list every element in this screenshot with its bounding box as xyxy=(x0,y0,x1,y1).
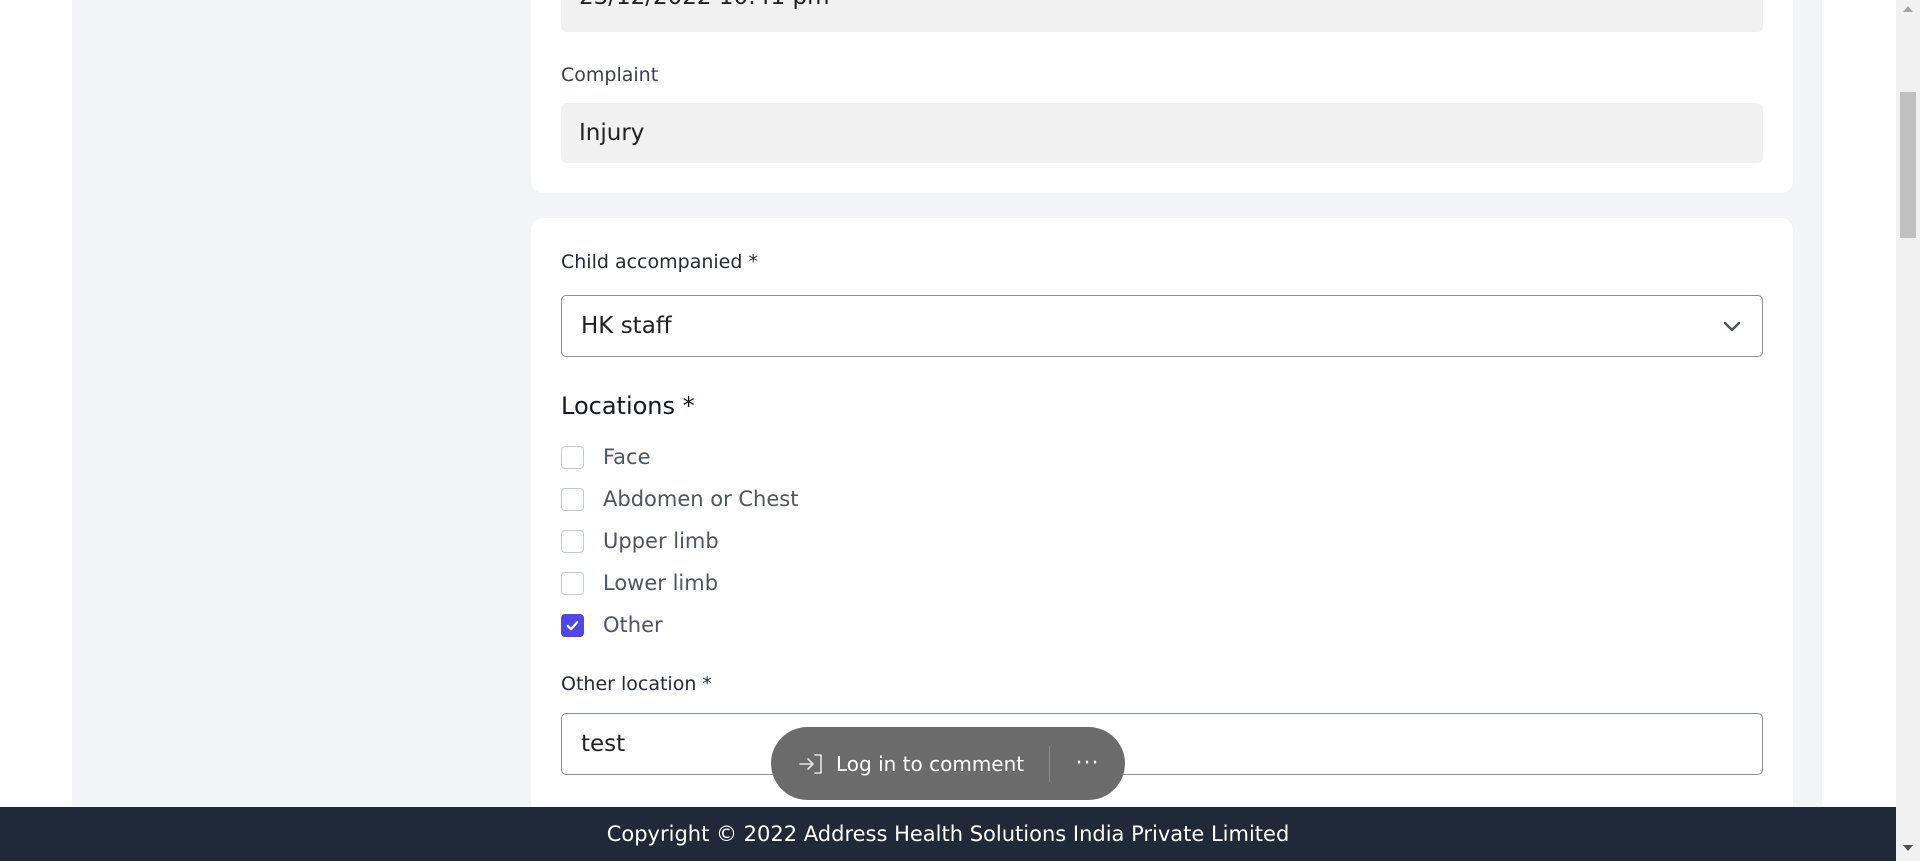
scrollbar-thumb[interactable] xyxy=(1900,92,1916,238)
visit-details-card: 23/12/2022 10:41 pm Complaint Injury xyxy=(531,0,1793,193)
location-option-label: Face xyxy=(603,445,651,469)
login-to-comment-label: Log in to comment xyxy=(836,751,1025,776)
checkbox[interactable] xyxy=(561,445,584,469)
location-option-label: Other xyxy=(603,613,663,637)
child-accompanied-select[interactable]: HK staff xyxy=(561,295,1763,357)
more-options-button[interactable]: ··· xyxy=(1050,751,1125,776)
vertical-scrollbar[interactable] xyxy=(1896,0,1920,861)
child-accompanied-label: Child accompanied * xyxy=(561,251,758,273)
location-option-other[interactable]: Other xyxy=(561,610,663,640)
locations-title: Locations * xyxy=(561,392,695,420)
chevron-down-icon xyxy=(1723,321,1741,332)
login-to-comment-button[interactable]: Log in to comment xyxy=(771,727,1049,800)
location-option-face[interactable]: Face xyxy=(561,442,651,472)
copyright-text: Copyright © 2022 Address Health Solution… xyxy=(606,822,1290,846)
datetime-value: 23/12/2022 10:41 pm xyxy=(579,0,829,10)
injury-details-card: Child accompanied * HK staff Locations *… xyxy=(531,218,1793,838)
other-location-input[interactable]: test xyxy=(561,713,1763,775)
location-option-label: Lower limb xyxy=(603,571,719,595)
other-location-value: test xyxy=(581,731,626,757)
location-option-lower-limb[interactable]: Lower limb xyxy=(561,568,718,598)
checkbox[interactable] xyxy=(561,487,584,511)
checkbox[interactable] xyxy=(561,529,584,553)
checkmark-icon xyxy=(566,620,579,630)
location-option-label: Abdomen or Chest xyxy=(603,487,799,511)
datetime-field: 23/12/2022 10:41 pm xyxy=(561,0,1763,32)
checkbox[interactable] xyxy=(561,571,584,595)
location-option-abdomen-chest[interactable]: Abdomen or Chest xyxy=(561,484,798,514)
scroll-down-arrow-icon[interactable] xyxy=(1902,843,1914,853)
comment-toolbar: Log in to comment ··· xyxy=(771,727,1125,800)
page-footer: Copyright © 2022 Address Health Solution… xyxy=(0,807,1896,861)
location-option-upper-limb[interactable]: Upper limb xyxy=(561,526,719,556)
complaint-label: Complaint xyxy=(561,64,659,86)
child-accompanied-value: HK staff xyxy=(581,313,672,339)
other-location-label: Other location * xyxy=(561,673,712,695)
checkbox-checked[interactable] xyxy=(561,613,584,637)
location-option-label: Upper limb xyxy=(603,529,719,553)
complaint-field: Injury xyxy=(561,103,1763,163)
complaint-value: Injury xyxy=(579,120,645,146)
scroll-up-arrow-icon[interactable] xyxy=(1902,4,1914,14)
sign-in-icon xyxy=(799,753,822,774)
